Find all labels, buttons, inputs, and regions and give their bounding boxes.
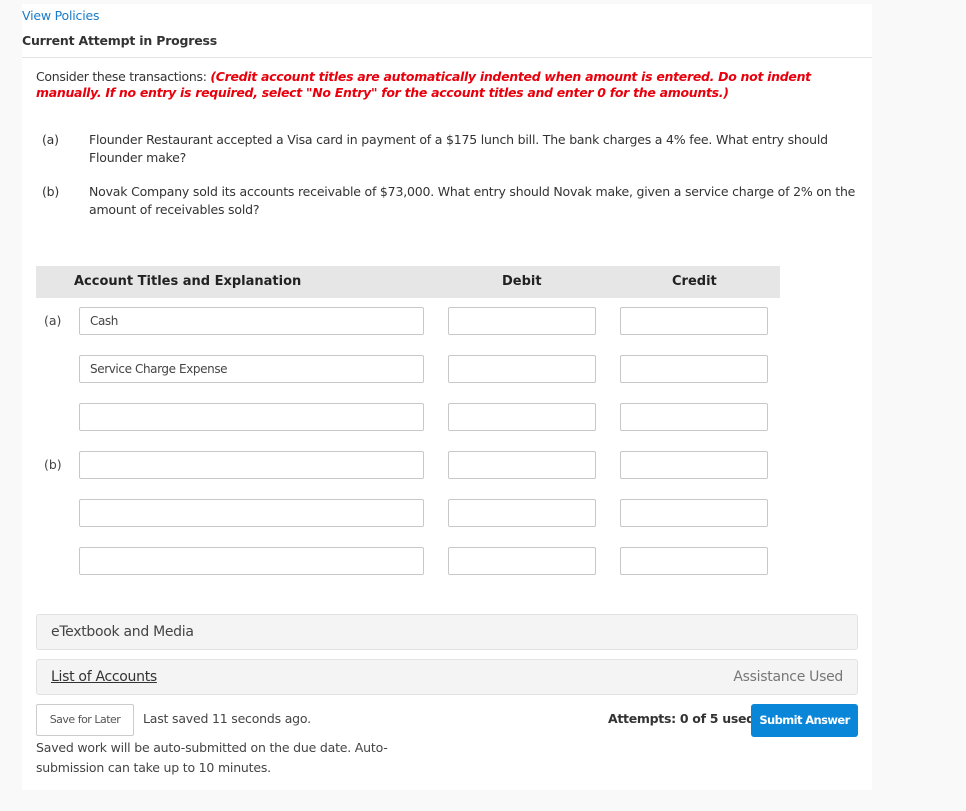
debit-field[interactable]	[448, 451, 596, 479]
last-saved-status: Last saved 11 seconds ago.	[143, 711, 311, 726]
attempt-status: Current Attempt in Progress	[22, 33, 218, 48]
debit-field[interactable]	[448, 403, 596, 431]
etextbook-label[interactable]: eTextbook and Media	[51, 624, 194, 640]
question-label: (a)	[42, 132, 59, 147]
journal-table-header: Account Titles and Explanation Debit Cre…	[36, 266, 780, 298]
credit-field[interactable]	[620, 355, 768, 383]
divider	[22, 57, 872, 58]
credit-field[interactable]	[620, 403, 768, 431]
account-title-field[interactable]	[79, 451, 424, 479]
account-title-field[interactable]	[79, 547, 424, 575]
row-label: (a)	[44, 313, 62, 328]
instructions-prefix: Consider these transactions:	[36, 69, 211, 84]
question-card: View Policies Current Attempt in Progres…	[22, 4, 872, 790]
row-label: (b)	[44, 457, 62, 472]
assistance-used-label: Assistance Used	[733, 669, 843, 685]
question-text: Flounder Restaurant accepted a Visa card…	[89, 132, 828, 165]
header-credit: Credit	[672, 274, 717, 289]
header-debit: Debit	[502, 274, 542, 289]
instructions: Consider these transactions: (Credit acc…	[36, 69, 866, 101]
debit-field[interactable]	[448, 499, 596, 527]
etextbook-panel[interactable]: eTextbook and Media	[36, 614, 858, 650]
credit-field[interactable]	[620, 307, 768, 335]
debit-field[interactable]	[448, 355, 596, 383]
header-account: Account Titles and Explanation	[74, 274, 302, 289]
list-of-accounts-link[interactable]: List of Accounts	[51, 669, 157, 685]
account-title-field[interactable]	[79, 499, 424, 527]
view-policies-link[interactable]: View Policies	[22, 8, 99, 23]
account-title-field[interactable]: Cash	[79, 307, 424, 335]
credit-field[interactable]	[620, 451, 768, 479]
list-of-accounts-panel: List of Accounts Assistance Used	[36, 659, 858, 695]
question-text: Novak Company sold its accounts receivab…	[89, 184, 856, 217]
autosubmit-note: Saved work will be auto-submitted on the…	[36, 740, 388, 775]
question-label: (b)	[42, 184, 60, 199]
attempts-counter: Attempts: 0 of 5 used	[608, 711, 755, 726]
debit-field[interactable]	[448, 547, 596, 575]
save-for-later-button[interactable]: Save for Later	[36, 704, 134, 736]
account-title-field[interactable]	[79, 403, 424, 431]
debit-field[interactable]	[448, 307, 596, 335]
account-title-field[interactable]: Service Charge Expense	[79, 355, 424, 383]
credit-field[interactable]	[620, 499, 768, 527]
credit-field[interactable]	[620, 547, 768, 575]
submit-answer-button[interactable]: Submit Answer	[751, 704, 858, 737]
